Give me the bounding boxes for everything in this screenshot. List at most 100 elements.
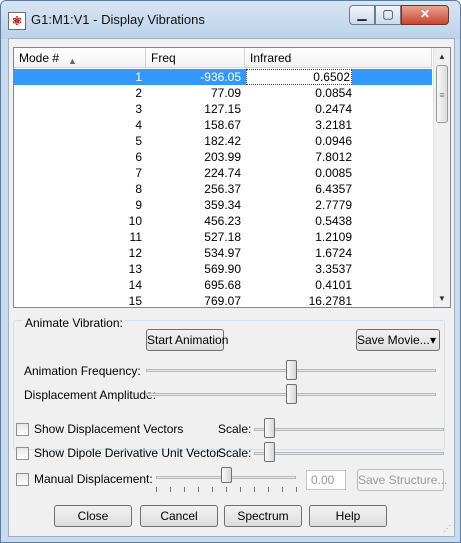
spectrum-button[interactable]: Spectrum — [224, 505, 302, 527]
mode-cell: 7 — [135, 166, 142, 180]
dialog-client-area: Mode # ▲ Freq Infrared 1 -936.05 0.6502 2 7… — [8, 38, 455, 537]
table-row[interactable]: 12 534.97 1.6724 — [14, 245, 432, 261]
show-dipole-derivative-label: Show Dipole Derivative Unit Vector — [34, 446, 221, 460]
freq-cell: 127.15 — [204, 102, 241, 116]
window-title: G1:M1:V1 - Display Vibrations — [31, 12, 205, 27]
dipole-scale-track[interactable] — [254, 452, 444, 455]
column-header-mode[interactable]: Mode # ▲ — [14, 48, 146, 68]
table-row[interactable]: 10 456.23 0.5438 — [14, 213, 432, 229]
display-vibrations-window: ⚛ G1:M1:V1 - Display Vibrations ▁ ▢ ✕ Mo… — [0, 0, 461, 543]
infrared-cell: 0.0854 — [315, 86, 352, 100]
table-row[interactable]: 3 127.15 0.2474 — [14, 101, 432, 117]
animation-frequency-label: Animation Frequency: — [24, 364, 141, 378]
table-row[interactable]: 7 224.74 0.0085 — [14, 165, 432, 181]
freq-cell: 158.67 — [204, 118, 241, 132]
freq-cell: 182.42 — [204, 134, 241, 148]
resize-grip-icon[interactable]: ⋰ — [443, 524, 451, 533]
table-row[interactable]: 6 203.99 7.8012 — [14, 149, 432, 165]
mode-cell: 14 — [128, 278, 142, 292]
show-dipole-derivative-checkbox[interactable] — [16, 447, 29, 460]
close-window-button[interactable]: ✕ — [401, 5, 449, 25]
mode-cell: 5 — [135, 134, 142, 148]
dropdown-arrow-icon: ▾ — [429, 333, 436, 347]
infrared-cell: 6.4357 — [315, 182, 352, 196]
table-row[interactable]: 13 569.90 3.3537 — [14, 261, 432, 277]
save-movie-label: Save Movie... — [357, 333, 430, 347]
slider-tick — [226, 487, 227, 492]
help-button[interactable]: Help — [309, 505, 387, 527]
infrared-cell: 3.2181 — [315, 118, 352, 132]
column-header-freq-label: Freq — [151, 51, 176, 65]
close-icon: ✕ — [419, 7, 431, 21]
table-row[interactable]: 11 527.18 1.2109 — [14, 229, 432, 245]
infrared-cell: 1.6724 — [315, 246, 352, 260]
manual-displacement-value[interactable]: 0.00 — [306, 470, 346, 490]
slider-tick — [296, 487, 297, 492]
title-bar[interactable]: ⚛ G1:M1:V1 - Display Vibrations ▁ ▢ ✕ — [1, 1, 460, 39]
dipole-scale-label: Scale: — [218, 446, 252, 460]
freq-cell: 569.90 — [204, 262, 241, 276]
freq-cell: 695.68 — [204, 278, 241, 292]
show-displacement-vectors-label: Show Displacement Vectors — [34, 422, 184, 436]
save-structure-button[interactable]: Save Structure... — [357, 469, 447, 491]
save-movie-button[interactable]: Save Movie... ▾ — [356, 329, 440, 351]
freq-cell: 203.99 — [204, 150, 241, 164]
column-header-infrared[interactable]: Infrared — [245, 48, 432, 68]
manual-displacement-checkbox[interactable] — [16, 473, 29, 486]
mode-cell: 1 — [135, 70, 142, 84]
animation-frequency-slider[interactable] — [286, 360, 297, 380]
mode-cell: 12 — [128, 246, 142, 260]
mode-cell: 10 — [128, 214, 142, 228]
vertical-scrollbar[interactable]: ▲ ≡ ▼ — [433, 48, 450, 307]
mode-cell: 11 — [129, 230, 142, 244]
column-header-freq[interactable]: Freq — [146, 48, 245, 68]
infrared-cell: 2.7779 — [315, 198, 352, 212]
minimize-icon: ▁ — [357, 7, 367, 21]
table-row[interactable]: 2 77.09 0.0854 — [14, 85, 432, 101]
scroll-down-icon[interactable]: ▼ — [434, 290, 450, 307]
modes-table[interactable]: Mode # ▲ Freq Infrared 1 -936.05 0.6502 2 7… — [13, 47, 451, 308]
vectors-scale-slider[interactable] — [264, 418, 276, 438]
column-header-infrared-label: Infrared — [250, 51, 292, 65]
maximize-button[interactable]: ▢ — [375, 5, 401, 25]
table-row[interactable]: 14 695.68 0.4101 — [14, 277, 432, 293]
scroll-thumb[interactable]: ≡ — [436, 65, 448, 123]
table-row[interactable]: 8 256.37 6.4357 — [14, 181, 432, 197]
mode-cell: 3 — [135, 102, 142, 116]
slider-tick — [240, 487, 241, 492]
vectors-scale-track[interactable] — [254, 428, 444, 431]
displacement-amplitude-slider[interactable] — [286, 384, 297, 404]
minimize-button[interactable]: ▁ — [349, 5, 375, 25]
show-displacement-vectors-checkbox[interactable] — [16, 423, 29, 436]
table-row[interactable]: 1 -936.05 0.6502 — [14, 69, 432, 85]
table-row[interactable]: 9 359.34 2.7779 — [14, 197, 432, 213]
mode-cell: 2 — [135, 86, 142, 100]
freq-cell: -936.05 — [200, 70, 241, 84]
dipole-scale-slider[interactable] — [264, 442, 276, 462]
slider-tick — [156, 487, 157, 492]
table-row[interactable]: 4 158.67 3.2181 — [14, 117, 432, 133]
slider-tick — [184, 487, 185, 492]
cancel-button[interactable]: Cancel — [140, 505, 218, 527]
vectors-scale-label: Scale: — [218, 422, 252, 436]
infrared-cell: 16.2781 — [308, 294, 352, 308]
infrared-cell: 0.6502 — [246, 69, 352, 85]
manual-displacement-ticks — [156, 487, 297, 493]
table-row[interactable]: 15 769.07 16.2781 — [14, 293, 432, 308]
slider-tick — [282, 487, 283, 492]
scroll-up-icon[interactable]: ▲ — [434, 48, 450, 65]
start-animation-button[interactable]: Start Animation — [146, 329, 228, 351]
column-header-mode-label: Mode # — [19, 51, 60, 65]
mode-cell: 8 — [135, 182, 142, 196]
infrared-cell: 0.2474 — [315, 102, 352, 116]
manual-displacement-slider[interactable] — [221, 467, 232, 483]
infrared-cell: 0.0085 — [315, 166, 352, 180]
mode-cell: 13 — [128, 262, 142, 276]
table-row[interactable]: 5 182.42 0.0946 — [14, 133, 432, 149]
freq-cell: 359.34 — [204, 198, 241, 212]
close-button[interactable]: Close — [54, 505, 132, 527]
mode-cell: 15 — [128, 294, 142, 308]
maximize-icon: ▢ — [382, 7, 394, 21]
infrared-cell: 0.4101 — [315, 278, 352, 292]
displacement-amplitude-label: Displacement Amplitude: — [24, 388, 157, 402]
